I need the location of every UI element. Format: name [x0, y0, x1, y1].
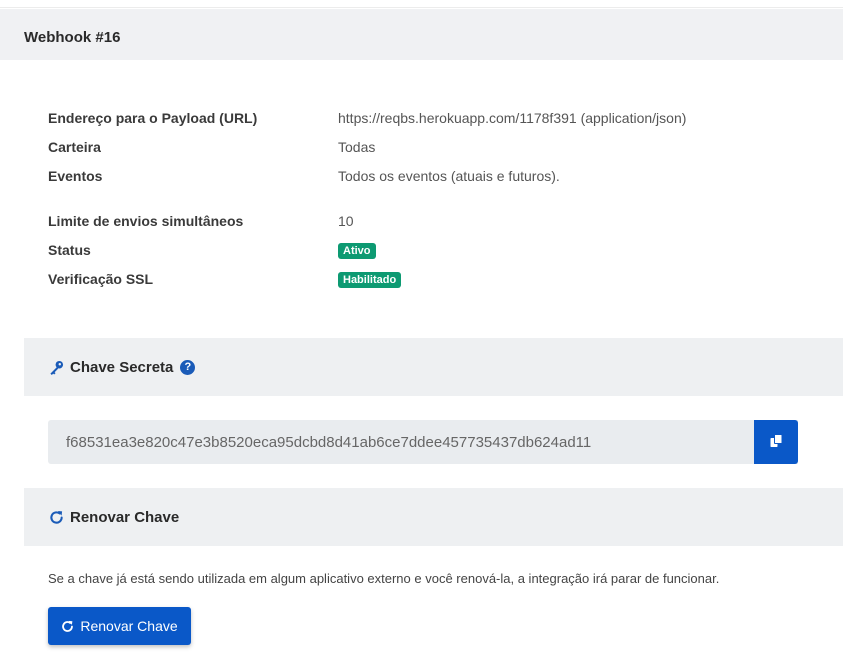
detail-value: Ativo: [338, 242, 376, 260]
status-badge: Ativo: [338, 243, 376, 259]
detail-row-events: Eventos Todos os eventos (atuais e futur…: [48, 168, 808, 188]
detail-label: Carteira: [48, 139, 101, 155]
detail-row-status: Status Ativo: [48, 242, 808, 262]
renew-key-button[interactable]: Renovar Chave: [48, 607, 191, 645]
copy-button[interactable]: [754, 420, 798, 464]
page-header: Webhook #16: [0, 9, 843, 60]
key-icon: [48, 359, 64, 375]
detail-value: Habilitado: [338, 271, 402, 289]
renew-button-label: Renovar Chave: [80, 618, 178, 634]
detail-label: Status: [48, 242, 91, 258]
detail-row-ssl: Verificação SSL Habilitado: [48, 271, 808, 291]
detail-label: Endereço para o Payload (URL): [48, 110, 258, 126]
detail-value: Todas: [338, 139, 376, 155]
renew-section-title: Renovar Chave: [70, 508, 180, 526]
refresh-icon: [61, 620, 74, 633]
detail-value: 10: [338, 213, 354, 229]
detail-row-wallet: Carteira Todas: [48, 139, 808, 159]
secret-section-title: Chave Secreta: [70, 358, 174, 376]
refresh-icon: [48, 509, 64, 525]
page-title: Webhook #16: [24, 29, 121, 46]
detail-value: https://reqbs.herokuapp.com/1178f391 (ap…: [338, 110, 687, 126]
detail-label: Eventos: [48, 168, 103, 184]
detail-row-limit: Limite de envios simultâneos 10: [48, 213, 808, 233]
copy-icon: [770, 433, 783, 451]
detail-row-url: Endereço para o Payload (URL) https://re…: [48, 110, 808, 130]
secret-section-header: Chave Secreta ?: [24, 338, 843, 396]
help-icon[interactable]: ?: [180, 359, 196, 375]
renew-warning-text: Se a chave já está sendo utilizada em al…: [48, 571, 720, 586]
detail-value: Todos os eventos (atuais e futuros).: [338, 168, 560, 184]
secret-key-input[interactable]: [48, 420, 754, 464]
detail-label: Verificação SSL: [48, 271, 154, 287]
ssl-badge: Habilitado: [338, 272, 402, 288]
detail-label: Limite de envios simultâneos: [48, 213, 244, 229]
secret-field: [48, 420, 798, 464]
renew-section-header: Renovar Chave: [24, 488, 843, 546]
top-strip: [0, 0, 843, 8]
